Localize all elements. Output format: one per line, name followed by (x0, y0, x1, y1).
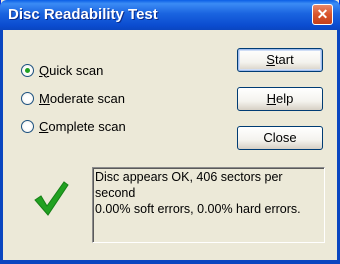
start-button[interactable]: Start (237, 48, 323, 72)
radio-moderate-scan[interactable]: Moderate scan (21, 89, 125, 107)
help-button[interactable]: Help (237, 87, 323, 111)
status-line-2: 0.00% soft errors, 0.00% hard errors. (95, 202, 301, 216)
radio-button[interactable] (21, 119, 34, 133)
status-line-1: Disc appears OK, 406 sectors per second (95, 170, 283, 200)
dialog-window: Disc Readability Test ✕ Quick scan Moder… (0, 0, 340, 264)
window-frame-bottom (0, 260, 340, 264)
checkmark-icon (34, 181, 69, 216)
radio-button[interactable] (21, 91, 34, 105)
radio-button[interactable] (21, 63, 34, 77)
radio-label: Quick scan (39, 62, 104, 78)
status-message-box: Disc appears OK, 406 sectors per second … (92, 167, 325, 243)
radio-label: Moderate scan (39, 90, 126, 106)
close-window-button[interactable]: ✕ (312, 4, 333, 25)
radio-quick-scan[interactable]: Quick scan (21, 61, 103, 79)
close-icon: ✕ (316, 6, 329, 22)
window-title: Disc Readability Test (8, 6, 158, 23)
window-frame-left (0, 30, 3, 264)
radio-complete-scan[interactable]: Complete scan (21, 117, 126, 135)
radio-label: Complete scan (39, 118, 126, 134)
title-bar[interactable]: Disc Readability Test ✕ (0, 0, 340, 30)
close-button[interactable]: Close (237, 126, 323, 150)
